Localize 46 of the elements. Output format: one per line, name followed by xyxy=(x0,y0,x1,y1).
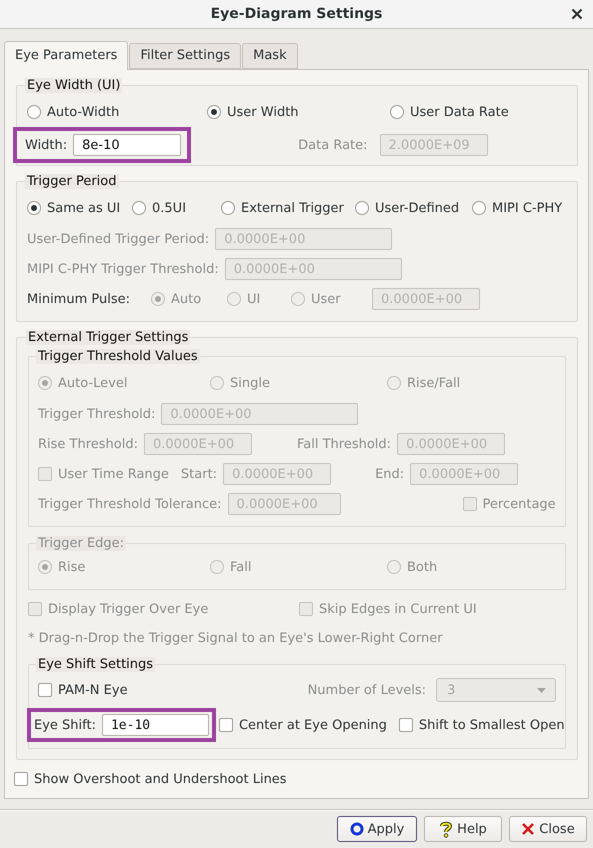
field-label: User-Defined Trigger Period: xyxy=(27,232,210,246)
field-label: End: xyxy=(375,466,404,482)
radio-option[interactable]: User-Defined xyxy=(355,200,472,216)
group-title: Trigger Threshold Values xyxy=(36,349,200,364)
group-title: Eye Width (UI) xyxy=(25,78,122,93)
group-title: External Trigger Settings xyxy=(26,330,190,345)
text-field[interactable]: 1e-10 xyxy=(102,714,209,736)
caret-icon xyxy=(537,688,546,692)
field-label: Trigger Threshold: xyxy=(38,406,156,422)
group-title: Trigger Edge: xyxy=(36,536,126,551)
radio-option[interactable]: Same as UI xyxy=(27,200,132,216)
field-label: Number of Levels: xyxy=(308,682,426,698)
tab[interactable]: Mask xyxy=(242,43,298,69)
text-field[interactable]: 8e-10 xyxy=(73,134,182,156)
radio-option[interactable]: 0.5UI xyxy=(132,200,221,216)
ring-icon xyxy=(350,821,364,837)
group-title: Trigger Period xyxy=(25,174,119,189)
window-title: Eye-Diagram Settings xyxy=(210,6,382,22)
tab[interactable]: Filter Settings xyxy=(129,43,242,69)
field-label: Minimum Pulse: xyxy=(27,292,131,306)
field-label: Fall Threshold: xyxy=(297,436,392,452)
radio-option[interactable]: User Width xyxy=(207,104,390,120)
checkbox-option[interactable]: Center at Eye Opening xyxy=(218,718,387,732)
field-label: Rise Threshold: xyxy=(38,436,138,452)
help-button[interactable]: Help xyxy=(424,816,502,842)
radio-option[interactable]: Auto-Width xyxy=(27,104,207,120)
radio-option[interactable]: External Trigger xyxy=(221,200,355,216)
group-title: Eye Shift Settings xyxy=(36,657,156,672)
field-label: Width: xyxy=(25,138,68,152)
field-label: Data Rate: xyxy=(298,138,368,152)
help-icon xyxy=(439,820,454,838)
field-label: Trigger Threshold Tolerance: xyxy=(38,496,222,512)
field-label: MIPI C-PHY Trigger Threshold: xyxy=(27,262,219,276)
hint-text: * Drag-n-Drop the Trigger Signal to an Eye's Lower-Right Corner xyxy=(28,630,444,648)
checkbox-option[interactable]: Show Overshoot and Undershoot Lines xyxy=(14,772,287,786)
close-button[interactable]: Close xyxy=(509,816,587,842)
checkbox-option[interactable]: PAM-N Eye xyxy=(38,682,128,698)
checkbox-option[interactable]: Shift to Smallest Open xyxy=(398,718,565,732)
close-icon[interactable] xyxy=(571,8,583,20)
field-label: Start: xyxy=(180,466,218,482)
tab[interactable]: Eye Parameters xyxy=(4,41,128,70)
field-label: Eye Shift: xyxy=(34,718,96,732)
radio-option[interactable]: User Data Rate xyxy=(390,104,567,120)
close-icon xyxy=(521,822,536,836)
apply-button[interactable]: Apply xyxy=(337,816,417,842)
radio-option[interactable]: MIPI C-PHY xyxy=(472,200,567,216)
